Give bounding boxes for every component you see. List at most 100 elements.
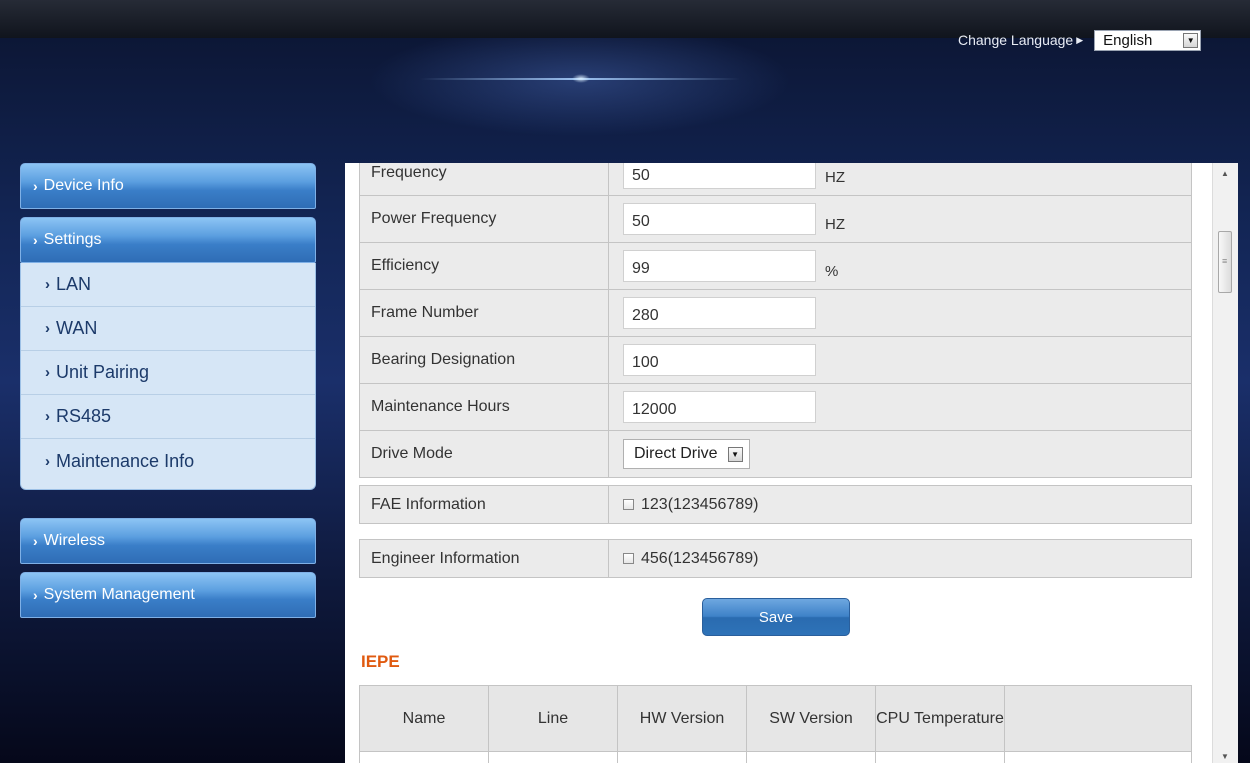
column-header-cpu-temperature: CPU Temperature: [875, 685, 1005, 752]
settings-submenu: › LAN › WAN › Unit Pairing › RS485 › Mai…: [20, 263, 316, 490]
chevron-right-icon: ›: [33, 533, 38, 549]
nav-settings[interactable]: › Settings: [20, 217, 316, 263]
form-label: Frequency: [360, 163, 609, 195]
change-language-label: Change Language: [958, 32, 1074, 48]
column-header-sw-version: SW Version: [746, 685, 876, 752]
form-value-cell: [609, 384, 1191, 430]
sidebar: › Device Info › Settings › LAN › WAN › U…: [20, 163, 316, 618]
bearing-designation-input[interactable]: [623, 344, 816, 376]
nav-system-management[interactable]: › System Management: [20, 572, 316, 618]
chevron-right-icon: ›: [33, 178, 38, 194]
column-header-line: Line: [488, 685, 618, 752]
form-label: Drive Mode: [360, 431, 609, 477]
maintenance-hours-input[interactable]: [623, 391, 816, 423]
language-select[interactable]: English ▼: [1094, 29, 1202, 51]
form-row-power-frequency: Power Frequency HZ: [359, 196, 1192, 243]
power-frequency-input[interactable]: [623, 203, 816, 235]
form-value-cell: [609, 337, 1191, 383]
table-header-row: Name Line HW Version SW Version CPU Temp…: [359, 685, 1192, 752]
engineer-information-label: Engineer Information: [360, 540, 609, 577]
nav-system-management-label: System Management: [43, 586, 195, 603]
sidebar-item-label: Maintenance Info: [56, 450, 195, 471]
chevron-right-icon: ›: [45, 408, 50, 425]
drive-mode-select[interactable]: Direct Drive ▼: [623, 439, 750, 469]
scrollbar-thumb[interactable]: ≡: [1218, 231, 1232, 293]
column-header-name: Name: [359, 685, 489, 752]
column-header-actions: [1004, 685, 1192, 752]
column-header-hw-version: HW Version: [617, 685, 747, 752]
form-label: Bearing Designation: [360, 337, 609, 383]
table-cell: [359, 751, 489, 763]
table-cell: [746, 751, 876, 763]
save-button[interactable]: Save: [702, 598, 850, 636]
engineer-information-row: Engineer Information 456(123456789): [359, 539, 1192, 578]
form-row-frame-number: Frame Number: [359, 290, 1192, 337]
form-row-bearing-designation: Bearing Designation: [359, 337, 1192, 384]
grip-icon: ≡: [1222, 256, 1228, 266]
chevron-right-icon: ›: [45, 320, 50, 337]
fae-information-option: 123(123456789): [641, 495, 759, 513]
chevron-right-icon: ›: [33, 232, 38, 248]
drive-mode-value: Direct Drive: [634, 445, 718, 462]
content-scrollbar[interactable]: ▲ ≡ ▼: [1212, 163, 1238, 763]
header-light-flare: [572, 74, 590, 83]
checkbox-icon[interactable]: [623, 499, 634, 510]
sidebar-item-wan[interactable]: › WAN: [21, 307, 315, 351]
form-value-cell: Direct Drive ▼: [609, 431, 1191, 477]
form-label: Power Frequency: [360, 196, 609, 242]
language-switcher: Change Language ▶ English ▼: [958, 29, 1202, 51]
nav-wireless-label: Wireless: [43, 532, 106, 549]
form-value-cell: 456(123456789): [609, 540, 1191, 577]
form-value-cell: [609, 290, 1191, 336]
nav-settings-label: Settings: [43, 231, 102, 248]
form-row-maintenance-hours: Maintenance Hours: [359, 384, 1192, 431]
fae-information-row: FAE Information 123(123456789): [359, 485, 1192, 524]
chevron-right-icon: ›: [33, 587, 38, 603]
sidebar-item-label: Unit Pairing: [56, 362, 150, 382]
nav-device-info-label: Device Info: [43, 177, 124, 194]
form-row-drive-mode: Drive Mode Direct Drive ▼: [359, 431, 1192, 478]
sidebar-item-label: RS485: [56, 406, 112, 426]
scroll-up-arrow-icon[interactable]: ▲: [1221, 169, 1229, 178]
dropdown-arrow-icon[interactable]: ▼: [727, 446, 743, 462]
efficiency-input[interactable]: [623, 250, 816, 282]
unit-label: %: [825, 262, 839, 280]
iepe-section-title: IEPE: [361, 652, 400, 671]
sidebar-item-rs485[interactable]: › RS485: [21, 395, 315, 439]
form-value-cell: 123(123456789): [609, 486, 1191, 523]
form-label: Efficiency: [360, 243, 609, 289]
sidebar-item-label: LAN: [56, 274, 92, 294]
form-row-efficiency: Efficiency %: [359, 243, 1192, 290]
table-cell: [488, 751, 618, 763]
maintenance-form: Frequency HZ Power Frequency HZ Efficien…: [359, 163, 1192, 478]
sidebar-item-lan[interactable]: › LAN: [21, 263, 315, 307]
table-cell: [875, 751, 1005, 763]
unit-label: HZ: [825, 169, 845, 186]
form-value-cell: HZ: [609, 196, 1191, 242]
language-select-value: English: [1103, 31, 1153, 49]
triangle-right-icon: ▶: [1076, 34, 1084, 45]
table-row: [359, 751, 1192, 763]
checkbox-icon[interactable]: [623, 553, 634, 564]
chevron-right-icon: ›: [45, 364, 50, 381]
nav-wireless[interactable]: › Wireless: [20, 518, 316, 564]
content-panel: Frequency HZ Power Frequency HZ Efficien…: [345, 163, 1212, 763]
sidebar-item-unit-pairing[interactable]: › Unit Pairing: [21, 351, 315, 395]
sidebar-item-maintenance-info[interactable]: › Maintenance Info: [21, 439, 315, 483]
form-row-frequency: Frequency HZ: [359, 163, 1192, 196]
scroll-down-arrow-icon[interactable]: ▼: [1221, 752, 1229, 761]
frame-number-input[interactable]: [623, 297, 816, 329]
nav-device-info[interactable]: › Device Info: [20, 163, 316, 209]
nav-settings-group: › Settings › LAN › WAN › Unit Pairing › …: [20, 217, 316, 490]
chevron-right-icon: ›: [45, 276, 50, 293]
form-label: Frame Number: [360, 290, 609, 336]
form-label: Maintenance Hours: [360, 384, 609, 430]
table-cell: [1004, 751, 1192, 763]
table-cell: [617, 751, 747, 763]
dropdown-arrow-icon[interactable]: ▼: [1183, 32, 1199, 48]
frequency-input[interactable]: [623, 163, 816, 189]
form-value-cell: %: [609, 243, 1191, 289]
chevron-right-icon: ›: [45, 452, 50, 470]
